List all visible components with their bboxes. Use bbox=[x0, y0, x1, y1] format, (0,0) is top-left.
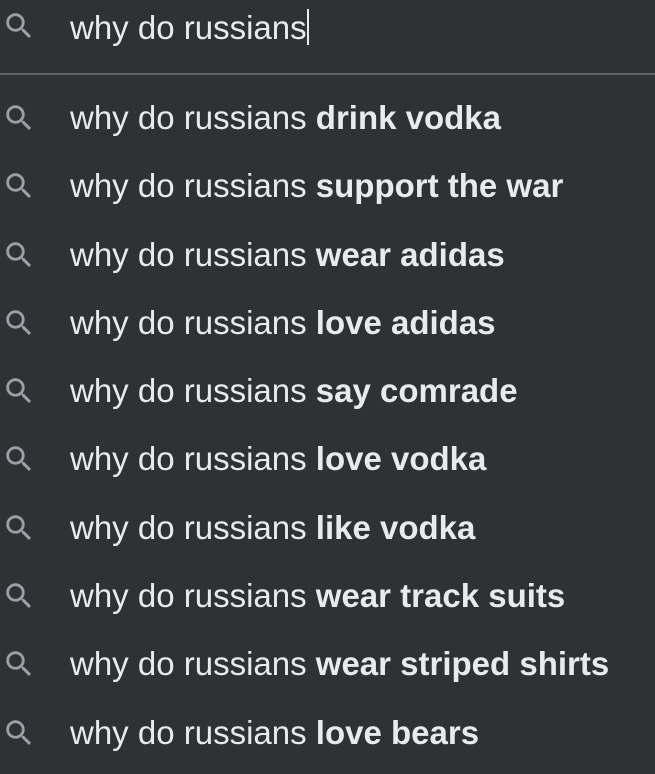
search-icon bbox=[2, 442, 36, 476]
suggestion-text: why do russians support the war bbox=[70, 166, 563, 206]
suggestion-text: why do russians love adidas bbox=[70, 303, 496, 343]
suggestion-item[interactable]: why do russians say comrade bbox=[0, 358, 655, 426]
suggestion-text: why do russians say comrade bbox=[70, 371, 518, 411]
suggestion-item[interactable]: why do russians love bears bbox=[0, 700, 655, 768]
suggestion-text: why do russians like vodka bbox=[70, 508, 475, 548]
suggestion-completion: wear track suits bbox=[315, 577, 566, 615]
suggestion-completion: say comrade bbox=[315, 372, 518, 410]
search-query-text: why do russians bbox=[70, 9, 307, 46]
suggestion-completion: love vodka bbox=[315, 440, 487, 478]
search-icon bbox=[2, 169, 36, 203]
suggestion-list: why do russians drink vodka why do russi… bbox=[0, 85, 655, 768]
suggestion-completion: wear adidas bbox=[315, 235, 505, 273]
search-icon bbox=[2, 579, 36, 613]
suggestion-item[interactable]: why do russians wear adidas bbox=[0, 222, 655, 290]
suggestion-completion: drink vodka bbox=[315, 99, 502, 136]
suggestion-completion: like vodka bbox=[315, 508, 476, 546]
suggestion-completion: support the war bbox=[315, 167, 564, 205]
suggestion-completion: love adidas bbox=[315, 303, 496, 341]
search-icon bbox=[2, 647, 36, 681]
suggestion-text: why do russians wear track suits bbox=[70, 576, 565, 616]
suggestion-text: why do russians wear adidas bbox=[70, 235, 505, 275]
search-icon bbox=[2, 716, 36, 750]
search-input[interactable]: why do russians bbox=[70, 8, 309, 48]
suggestion-prefix: why do russians bbox=[70, 713, 307, 751]
divider bbox=[0, 73, 655, 75]
search-icon bbox=[2, 306, 36, 340]
search-icon bbox=[2, 101, 36, 135]
suggestion-prefix: why do russians bbox=[70, 577, 307, 615]
search-icon bbox=[2, 511, 36, 545]
suggestion-text: why do russians drink vodka bbox=[70, 98, 501, 138]
suggestion-text: why do russians love vodka bbox=[70, 439, 486, 479]
suggestion-item[interactable]: why do russians love vodka bbox=[0, 426, 655, 494]
suggestion-completion: love bears bbox=[315, 713, 480, 751]
suggestion-prefix: why do russians bbox=[70, 303, 307, 341]
suggestion-item[interactable]: why do russians wear striped shirts bbox=[0, 631, 655, 699]
suggestion-item[interactable]: why do russians support the war bbox=[0, 153, 655, 221]
suggestion-item[interactable]: why do russians wear track suits bbox=[0, 563, 655, 631]
suggestion-item[interactable]: why do russians love adidas bbox=[0, 290, 655, 358]
suggestion-prefix: why do russians bbox=[70, 167, 307, 205]
suggestion-prefix: why do russians bbox=[70, 99, 307, 136]
search-icon bbox=[2, 9, 36, 43]
text-caret bbox=[306, 9, 309, 45]
suggestion-item[interactable]: why do russians drink vodka bbox=[0, 85, 655, 153]
search-icon bbox=[2, 238, 36, 272]
search-box[interactable]: why do russians bbox=[0, 0, 655, 74]
suggestion-completion: wear striped shirts bbox=[315, 645, 610, 683]
suggestion-text: why do russians wear striped shirts bbox=[70, 644, 609, 684]
suggestion-prefix: why do russians bbox=[70, 235, 307, 273]
suggestion-prefix: why do russians bbox=[70, 372, 307, 410]
suggestion-item[interactable]: why do russians like vodka bbox=[0, 495, 655, 563]
suggestion-prefix: why do russians bbox=[70, 440, 307, 478]
suggestion-prefix: why do russians bbox=[70, 645, 307, 683]
search-icon bbox=[2, 374, 36, 408]
suggestion-prefix: why do russians bbox=[70, 508, 307, 546]
suggestion-text: why do russians love bears bbox=[70, 713, 479, 753]
